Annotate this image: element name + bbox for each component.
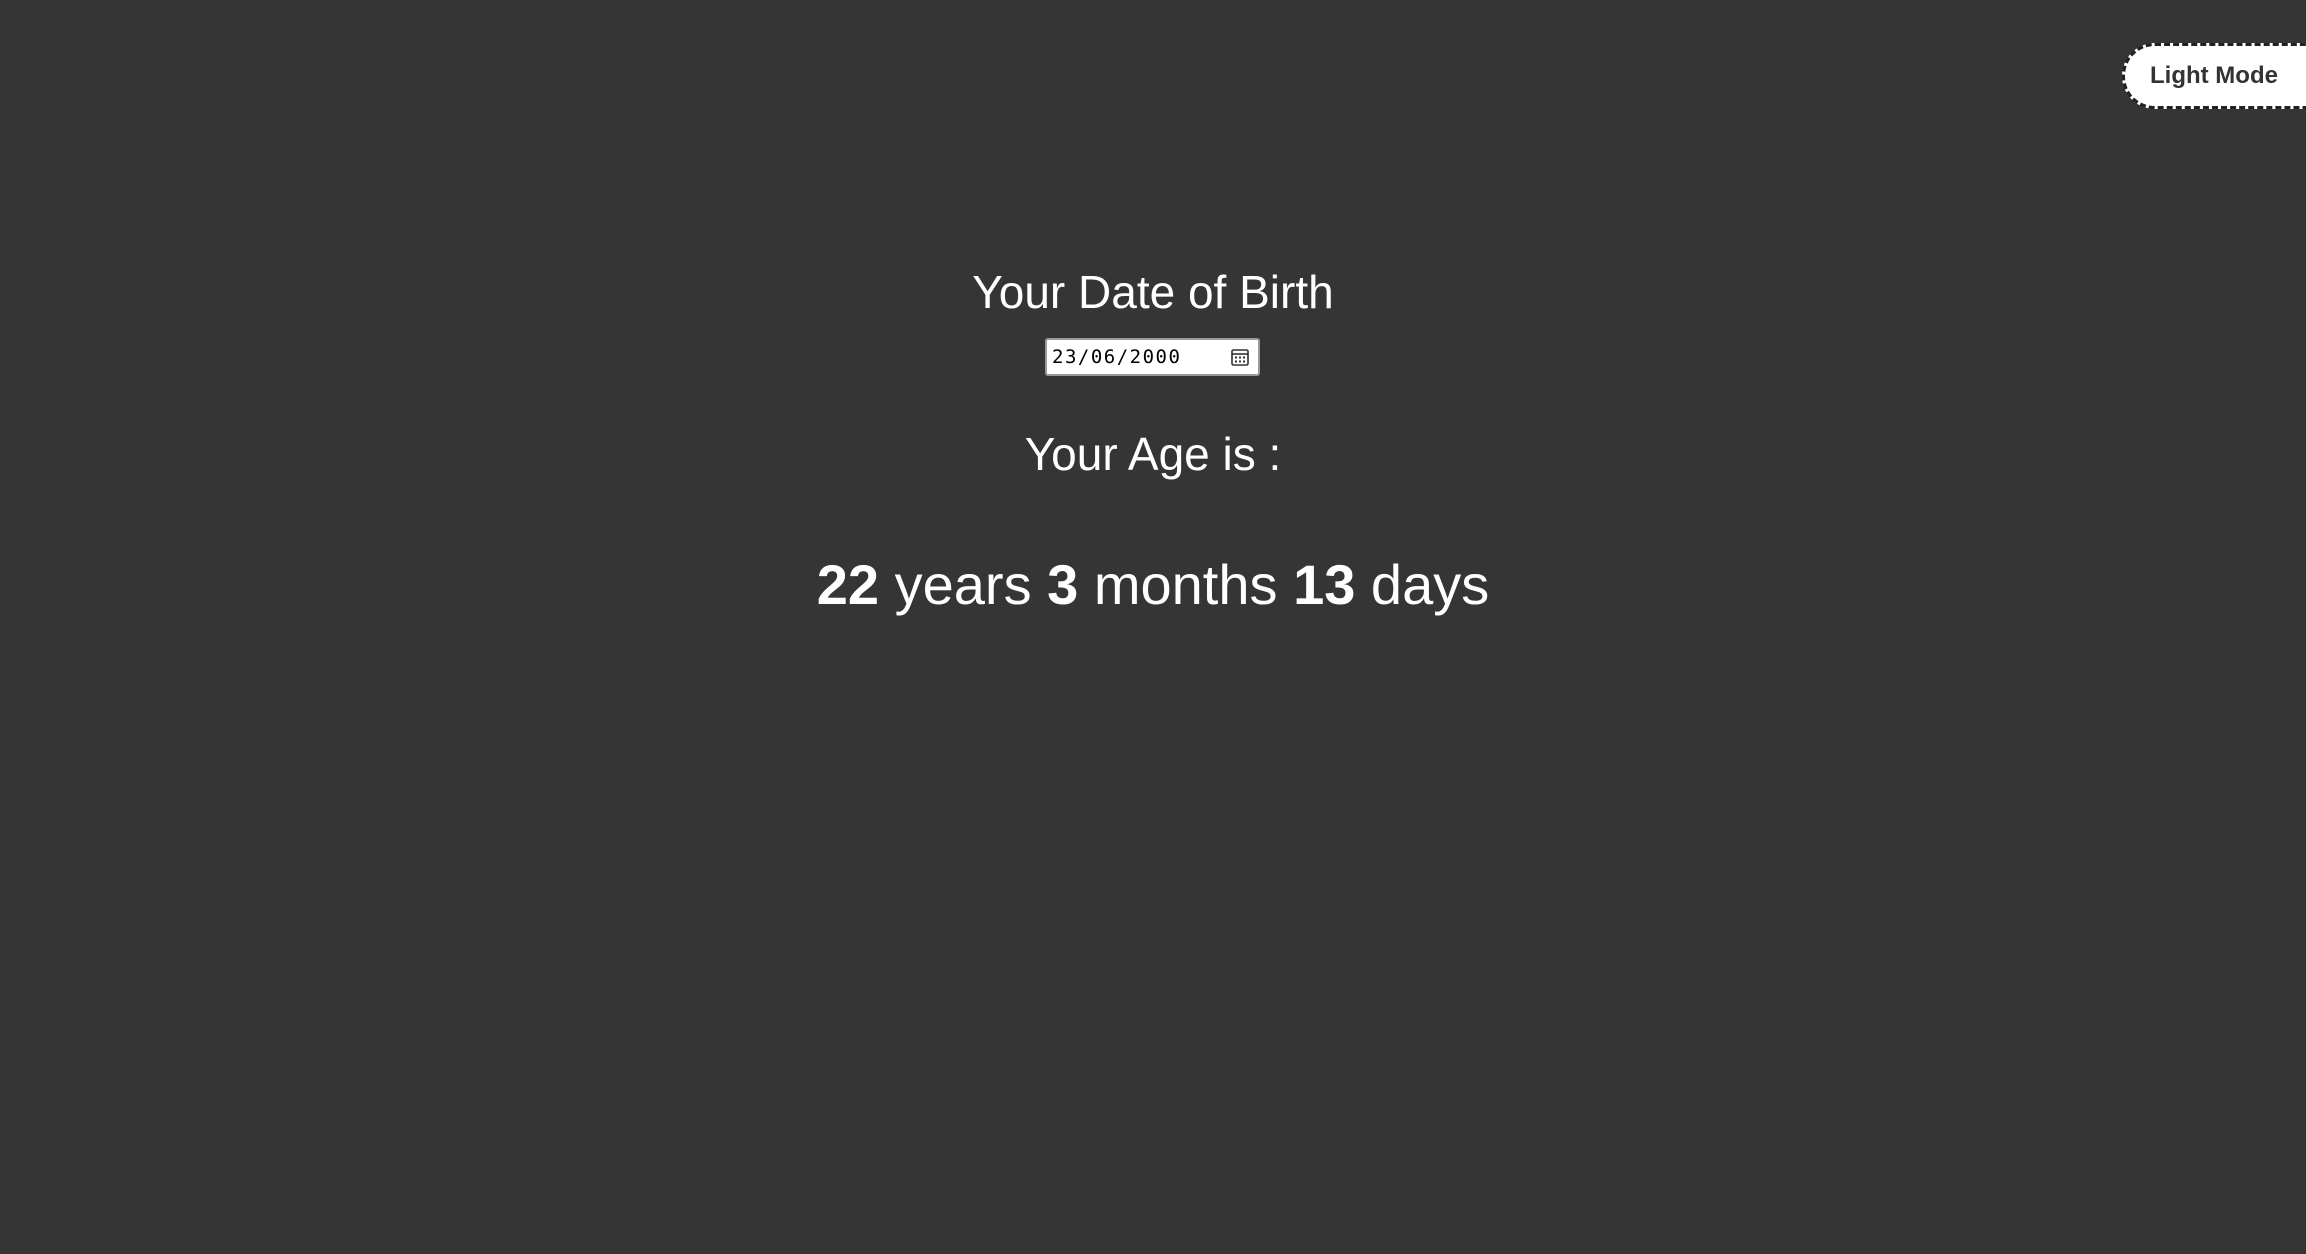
date-of-birth-input[interactable]: 23/06/2000: [1045, 338, 1260, 376]
age-days-value: 13: [1293, 553, 1356, 616]
age-years-value: 22: [816, 553, 880, 616]
age-months-value: 3: [1047, 553, 1079, 616]
age-months-unit: months: [1093, 553, 1278, 616]
age-years-unit: years: [894, 553, 1032, 616]
calendar-icon[interactable]: [1228, 345, 1252, 369]
age-result: 22 years 3 months 13 days: [0, 550, 2306, 620]
age-heading: Your Age is :: [1024, 428, 1282, 480]
dob-heading: Your Date of Birth: [972, 266, 1334, 318]
light-mode-toggle-button[interactable]: Light Mode: [2122, 43, 2306, 109]
date-of-birth-value[interactable]: 23/06/2000: [1052, 346, 1228, 368]
age-days-unit: days: [1370, 553, 1490, 616]
